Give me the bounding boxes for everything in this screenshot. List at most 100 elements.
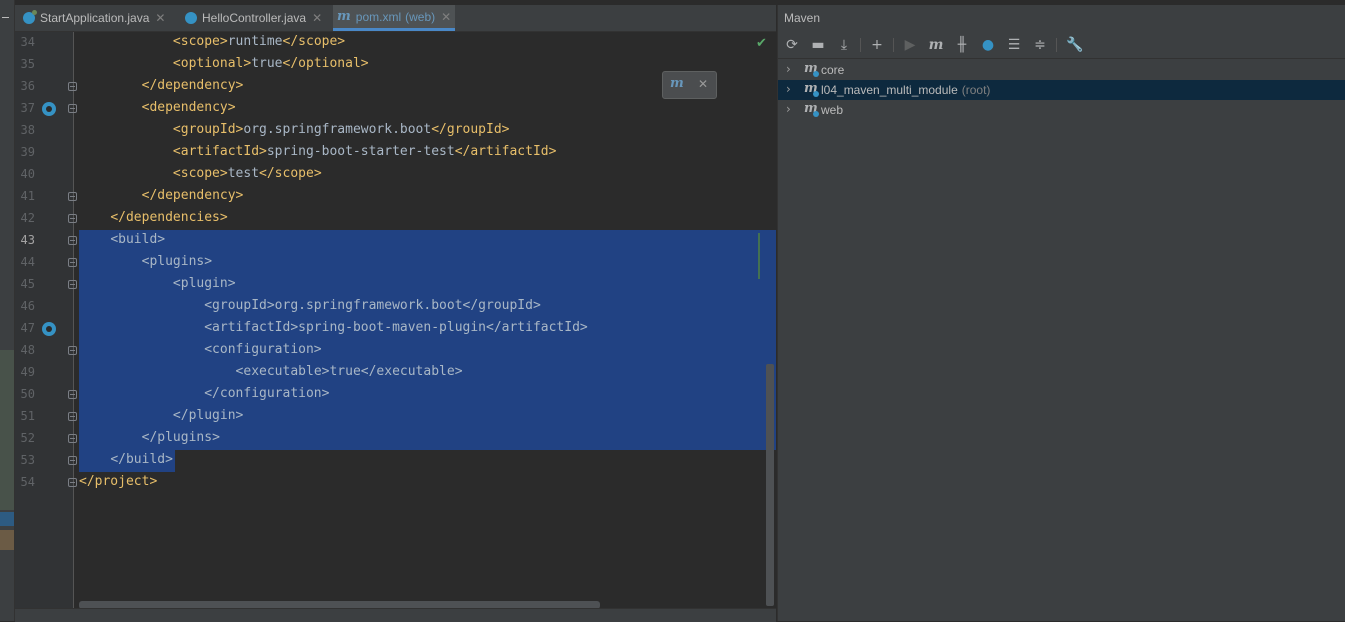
run-icon[interactable]: ▶ — [902, 37, 918, 53]
fold-marker-icon[interactable] — [68, 478, 77, 487]
reload-icon[interactable]: ⟳ — [784, 37, 800, 53]
close-icon[interactable]: ✕ — [441, 10, 451, 24]
add-folder-icon[interactable]: ▬ — [810, 37, 826, 53]
fold-marker-icon[interactable] — [68, 192, 77, 201]
tab-label: pom.xml — [355, 9, 402, 24]
code-line[interactable]: 48 <configuration> — [15, 340, 776, 362]
module-label: web — [821, 103, 847, 117]
maven-goal-icon[interactable]: m — [928, 37, 944, 53]
code-line[interactable]: 41 </dependency> — [15, 186, 776, 208]
xml-text: true — [251, 56, 283, 71]
fold-marker-icon[interactable] — [68, 346, 77, 355]
xml-text: <groupId>org.springframework.boot</group… — [204, 298, 541, 313]
line-number: 48 — [20, 343, 35, 357]
close-icon[interactable]: ✕ — [155, 11, 165, 25]
tab-pom-xml[interactable]: m pom.xml (web) ✕ — [333, 5, 456, 31]
maven-tool-window: Maven ⟳ ▬ ⤓ + ▶ m ╫ ● ☰ ≑ 🔧 › m core › m l04_… — [777, 5, 1345, 621]
xml-tag: <scope> — [172, 34, 228, 49]
xml-text: runtime — [227, 34, 283, 49]
code-line[interactable]: 53 </build> — [15, 450, 776, 472]
code-line[interactable]: 44 <plugins> — [15, 252, 776, 274]
code-line[interactable]: 38 <groupId>org.springframework.boot</gr… — [15, 120, 776, 142]
xml-tag: <scope> — [172, 166, 228, 181]
code-line[interactable]: 42 </dependencies> — [15, 208, 776, 230]
tree-item-module[interactable]: › m l04_maven_multi_module (root) — [778, 80, 1345, 100]
wrench-icon[interactable]: 🔧 — [1066, 37, 1083, 53]
fold-marker-icon[interactable] — [68, 280, 77, 289]
background-patch — [0, 530, 14, 550]
line-number: 36 — [20, 79, 35, 93]
line-number: 37 — [20, 101, 35, 115]
code-text: </project> — [79, 474, 157, 489]
code-text: <optional>true</optional> — [79, 56, 369, 71]
xml-tag: </project> — [79, 474, 158, 489]
code-line[interactable]: 46 <groupId>org.springframework.boot</gr… — [15, 296, 776, 318]
fold-marker-icon[interactable] — [68, 236, 77, 245]
xml-tag: </dependency> — [141, 188, 244, 203]
toolbar-separator — [860, 38, 861, 52]
inspection-ok-icon[interactable]: ✔ — [756, 36, 767, 51]
code-line[interactable]: 34 <scope>runtime</scope> — [15, 32, 776, 54]
close-icon[interactable]: ✕ — [312, 11, 322, 25]
code-line[interactable]: 50 </configuration> — [15, 384, 776, 406]
code-line[interactable]: 45 <plugin> — [15, 274, 776, 296]
fold-marker-icon[interactable] — [68, 82, 77, 91]
fold-marker-icon[interactable] — [68, 258, 77, 267]
override-gutter-icon[interactable] — [42, 102, 56, 116]
fold-marker-icon[interactable] — [68, 390, 77, 399]
xml-text: <executable>true</executable> — [235, 364, 463, 379]
chevron-right-icon[interactable]: › — [786, 102, 791, 116]
override-gutter-icon[interactable] — [42, 322, 56, 336]
code-text: <artifactId>spring-boot-maven-plugin</ar… — [79, 320, 588, 335]
code-line[interactable]: 37 <dependency> — [15, 98, 776, 120]
close-icon[interactable]: ✕ — [698, 77, 708, 91]
code-line[interactable]: 54 </project> — [15, 472, 776, 494]
vertical-scrollbar[interactable] — [766, 364, 774, 606]
toggle-offline-icon[interactable]: ╫ — [954, 37, 970, 53]
download-icon[interactable]: ⤓ — [836, 37, 852, 53]
xml-tag: <groupId> — [172, 122, 244, 137]
expand-all-icon[interactable]: ☰ — [1006, 37, 1022, 53]
fold-marker-icon[interactable] — [68, 412, 77, 421]
code-editor[interactable]: 34 <scope>runtime</scope> 35 <optional>tr… — [15, 32, 776, 608]
xml-text: </configuration> — [204, 386, 330, 401]
chevron-right-icon[interactable]: › — [786, 62, 791, 76]
code-line[interactable]: 43 <build> — [15, 230, 776, 252]
change-marker — [758, 233, 760, 279]
tab-start-application[interactable]: StartApplication.java ✕ — [23, 5, 165, 31]
xml-text: <build> — [110, 232, 166, 247]
code-line[interactable]: 39 <artifactId>spring-boot-starter-test<… — [15, 142, 776, 164]
code-line[interactable]: 52 </plugins> — [15, 428, 776, 450]
line-number: 42 — [20, 211, 35, 225]
code-text: </dependency> — [79, 78, 244, 93]
fold-marker-icon[interactable] — [68, 104, 77, 113]
tree-item-module[interactable]: › m core — [778, 60, 1345, 80]
xml-tag: </optional> — [282, 56, 369, 71]
panel-title: Maven — [784, 11, 821, 25]
maven-module-icon: m — [804, 101, 819, 117]
code-line[interactable]: 49 <executable>true</executable> — [15, 362, 776, 384]
maven-reload-popup[interactable]: m ✕ — [662, 71, 717, 99]
chevron-right-icon[interactable]: › — [786, 82, 791, 96]
code-line[interactable]: 47 <artifactId>spring-boot-maven-plugin<… — [15, 318, 776, 340]
fold-marker-icon[interactable] — [68, 214, 77, 223]
plus-icon[interactable]: + — [869, 37, 885, 53]
fold-marker-icon[interactable] — [68, 434, 77, 443]
tree-item-module[interactable]: › m web — [778, 100, 1345, 120]
tab-label: HelloController.java — [202, 11, 307, 25]
maven-module-icon: m — [804, 61, 819, 77]
lightning-icon[interactable]: ● — [980, 37, 996, 53]
horizontal-scrollbar[interactable] — [79, 601, 600, 608]
code-line[interactable]: 51 </plugin> — [15, 406, 776, 428]
code-line[interactable]: 40 <scope>test</scope> — [15, 164, 776, 186]
collapse-all-icon[interactable]: ≑ — [1032, 37, 1048, 53]
tab-hello-controller[interactable]: HelloController.java ✕ — [185, 5, 322, 31]
maven-reload-icon[interactable]: m — [670, 76, 684, 91]
code-text: <plugins> — [79, 254, 212, 269]
fold-marker-icon[interactable] — [68, 456, 77, 465]
